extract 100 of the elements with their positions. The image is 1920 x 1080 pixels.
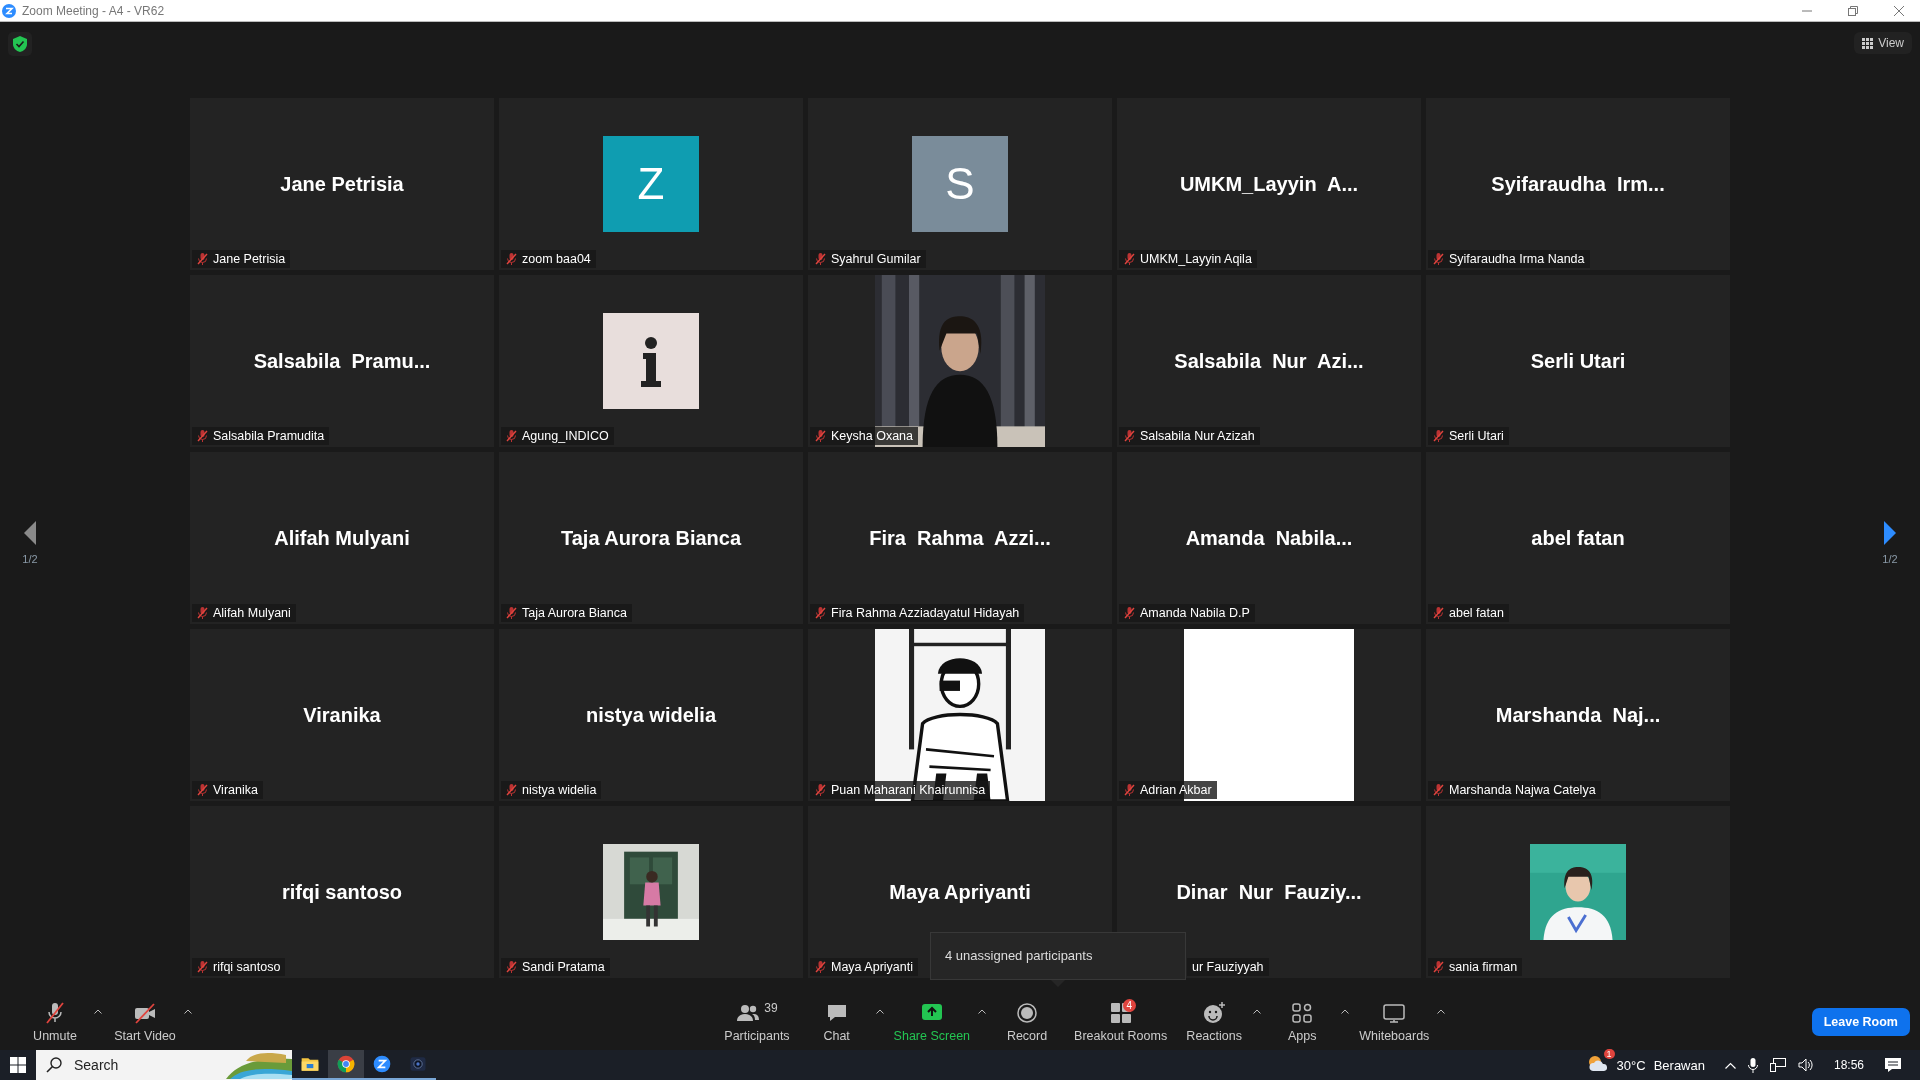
search-input[interactable]: Search — [72, 1056, 206, 1074]
participant-label: Salsabila Pramudita — [213, 429, 325, 443]
camera-icon — [408, 1054, 428, 1074]
caret-icon[interactable] — [875, 1009, 884, 1014]
participant-name: Marshanda Naj... — [1495, 703, 1661, 727]
video-off-icon — [133, 1001, 157, 1025]
security-button[interactable] — [8, 32, 32, 56]
participant-label: Maya Apriyanti — [831, 960, 913, 974]
chevron-up-icon[interactable] — [1724, 1061, 1736, 1069]
caret-icon[interactable] — [1253, 1009, 1262, 1014]
toolbar-button[interactable]: 39 Participants — [718, 999, 796, 1045]
participant-label: Syifaraudha Irma Nanda — [1449, 252, 1585, 266]
participant-name: Amanda Nabila... — [1185, 526, 1353, 550]
participant-label: nistya widelia — [522, 783, 597, 797]
network-icon[interactable] — [1769, 1058, 1786, 1072]
participant-label: Serli Utari — [1449, 429, 1504, 443]
participant-label: Agung_INDICO — [522, 429, 609, 443]
participant-name: Viranika — [303, 703, 381, 727]
apps-icon — [1290, 1001, 1315, 1025]
participant-name: abel fatan — [1531, 526, 1625, 550]
tooltip-pointer-icon — [1051, 980, 1065, 987]
participant-label: Amanda Nabila D.P — [1140, 606, 1250, 620]
notification-badge: 1 — [1603, 1049, 1615, 1059]
windows-logo-icon — [10, 1057, 26, 1073]
grid-icon — [1862, 37, 1874, 49]
participant-name: rifqi santoso — [282, 880, 402, 904]
participant-label: Adrian Akbar — [1140, 783, 1212, 797]
restore-icon[interactable] — [1848, 5, 1858, 16]
participant-name: Alifah Mulyani — [274, 526, 410, 550]
participant-count: 39 — [764, 1001, 778, 1015]
browser-icon — [336, 1054, 356, 1074]
toolbar-button[interactable]: Reactions — [1177, 999, 1252, 1045]
toolbar-button[interactable]: Start Video — [108, 999, 182, 1045]
participant-name: Salsabila Pramu... — [253, 349, 431, 373]
search-box[interactable]: Search — [36, 1050, 292, 1080]
caret-icon[interactable] — [1341, 1009, 1350, 1014]
page-indicator: 1/2 — [1882, 553, 1898, 565]
participant-name: Fira Rahma Azzi... — [869, 526, 1051, 550]
view-button[interactable]: View — [1854, 32, 1912, 54]
participant-label: Salsabila Nur Azizah — [1140, 429, 1255, 443]
temperature: 30°C — [1616, 1057, 1646, 1073]
participant-name: nistya widelia — [585, 703, 717, 727]
speaker-icon[interactable] — [1797, 1058, 1814, 1072]
participant-name: Dinar Nur Fauziy... — [1176, 880, 1362, 904]
toolbar-button[interactable]: Record — [990, 999, 1065, 1045]
weather-icon — [1586, 1053, 1609, 1073]
next-page-icon[interactable] — [1884, 521, 1896, 545]
whiteboard-icon — [1382, 1001, 1407, 1025]
caret-icon[interactable] — [978, 1009, 987, 1014]
smiley-icon — [1202, 1001, 1227, 1025]
participant-label: Viranika — [213, 783, 258, 797]
participant-name: Jane Petrisia — [280, 172, 404, 196]
participant-name: Serli Utari — [1530, 349, 1626, 373]
participant-name: UMKM_Layyin A... — [1179, 172, 1359, 196]
toolbar-button[interactable]: Apps — [1265, 999, 1340, 1045]
previous-page-icon[interactable] — [24, 521, 36, 545]
clock[interactable]: 18:56 — [1833, 1058, 1864, 1072]
taskbar-app[interactable] — [328, 1050, 364, 1080]
participant-label: Sandi Pratama — [522, 960, 605, 974]
search-icon — [46, 1057, 62, 1073]
participant-label: Taja Aurora Bianca — [522, 606, 627, 620]
weather-condition: Berawan — [1653, 1057, 1705, 1073]
leave-room-button[interactable]: Leave Room — [1811, 1008, 1910, 1036]
participant-label: Syahrul Gumilar — [831, 252, 921, 266]
toolbar-button[interactable]: Whiteboards — [1353, 999, 1436, 1045]
caret-icon[interactable] — [94, 1009, 102, 1014]
toolbar-button[interactable]: Chat — [799, 999, 874, 1045]
video-app-icon — [372, 1054, 392, 1074]
shield-icon — [13, 36, 27, 52]
muted-microphone-icon — [43, 1001, 67, 1025]
participant-label: zoom baa04 — [522, 252, 591, 266]
participant-name: Maya Apriyanti — [889, 880, 1031, 904]
participant-name: Syifaraudha Irm... — [1491, 172, 1665, 196]
participant-label: Alifah Mulyani — [213, 606, 291, 620]
participant-label: Puan Maharani Khairunnisa — [831, 783, 986, 797]
window-title: Zoom Meeting - A4 - VR62 — [22, 3, 165, 18]
caret-icon[interactable] — [1437, 1009, 1446, 1014]
avatar-initial: Z — [603, 136, 699, 232]
participant-name: Taja Aurora Bianca — [560, 526, 742, 550]
participant-label: rifqi santoso — [213, 960, 281, 974]
record-icon — [1015, 1001, 1040, 1025]
toolbar-button[interactable]: Share Screen — [887, 999, 977, 1045]
caret-icon[interactable] — [184, 1009, 192, 1014]
participant-label: Keysha Oxana — [831, 429, 913, 443]
info-avatar-icon — [603, 313, 699, 409]
tooltip: 4 unassigned participants — [930, 932, 1186, 980]
participant-label: Jane Petrisia — [213, 252, 286, 266]
participant-label: abel fatan — [1449, 606, 1504, 620]
page-indicator: 1/2 — [22, 553, 38, 565]
participant-name: Salsabila Nur Azi... — [1174, 349, 1364, 373]
participant-label: ur Fauziyyah — [1192, 960, 1264, 974]
participant-label: Marshanda Najwa Catelya — [1449, 783, 1596, 797]
four-squares-icon — [1108, 1001, 1133, 1025]
participant-label: Fira Rahma Azziadayatul Hidayah — [831, 606, 1020, 620]
microphone-icon[interactable] — [1747, 1057, 1758, 1073]
toolbar-button[interactable]: Unmute — [18, 999, 92, 1045]
close-icon[interactable] — [1894, 5, 1904, 16]
toolbar-button[interactable]: 4 Breakout Rooms — [1068, 999, 1174, 1045]
notification-icon[interactable] — [1884, 1057, 1902, 1073]
participant-label: sania firman — [1449, 960, 1518, 974]
